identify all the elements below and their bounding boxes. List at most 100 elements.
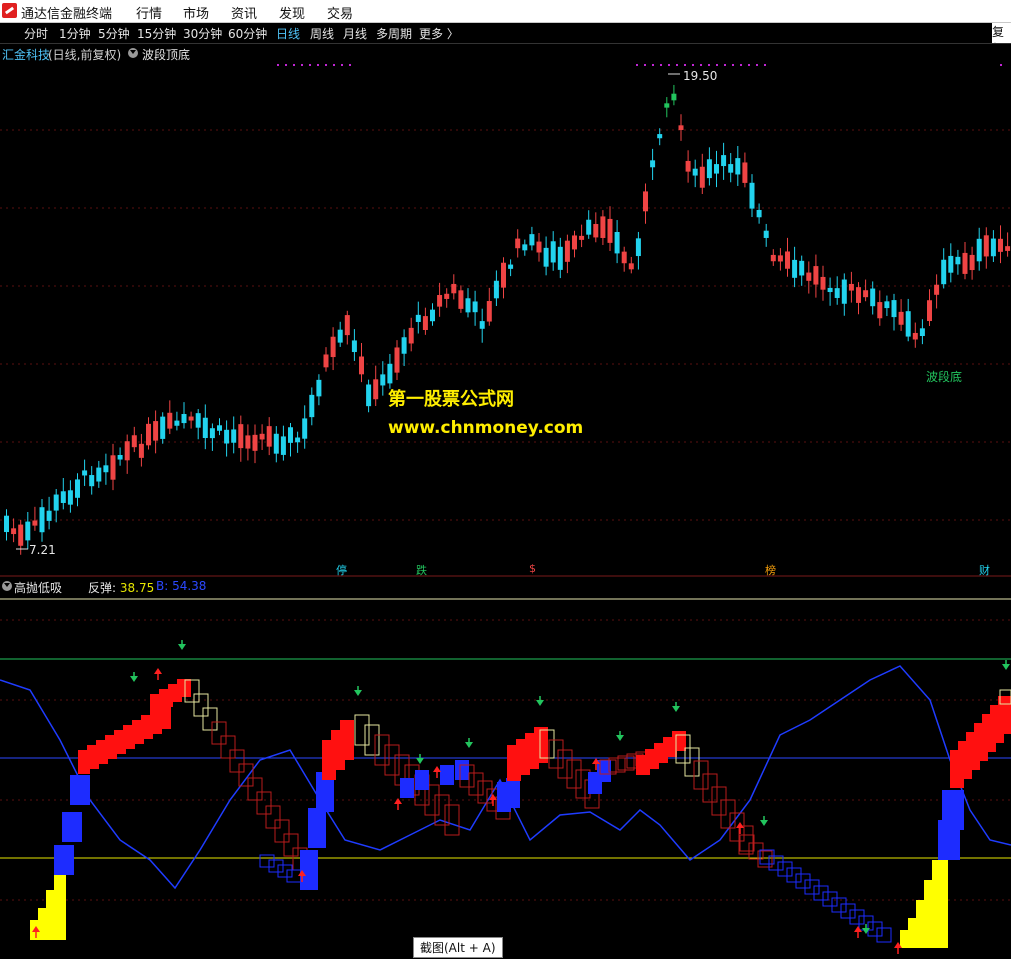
stair-block-outline [795, 873, 811, 889]
sell-arrow-icon [536, 700, 544, 706]
candle-body [863, 290, 869, 298]
candle-body [316, 379, 322, 397]
top-marker [708, 64, 710, 66]
event-tag-fall[interactable]: 跌 [415, 562, 428, 578]
stair-block-outline [468, 772, 484, 796]
candle-body [444, 293, 450, 299]
candle-body [146, 423, 151, 446]
stair-block [62, 812, 82, 842]
candle-body [401, 337, 407, 354]
candle-body [898, 311, 904, 325]
candle-body [67, 490, 73, 505]
candle-body [962, 252, 968, 274]
candle-body [11, 528, 17, 535]
top-marker [285, 64, 287, 66]
event-tag-suspend[interactable]: 停 [335, 562, 348, 578]
candle-body [770, 254, 776, 262]
candle-body [650, 160, 656, 168]
candle-body [799, 260, 805, 276]
candle-body [990, 238, 996, 257]
stair-block-outline [849, 909, 865, 925]
candle-body [515, 238, 521, 249]
stair-block-outline [364, 724, 380, 756]
candle-body [912, 332, 918, 340]
candle-body [138, 443, 144, 458]
stair-block-outline [283, 833, 299, 857]
candle-body [188, 416, 194, 421]
price-chart-canvas[interactable] [0, 0, 1011, 959]
candle-body [202, 417, 208, 438]
candle-body [635, 238, 641, 257]
candle-body [323, 354, 329, 368]
candle-body [728, 164, 734, 173]
event-tag-rank[interactable]: 榜 [764, 562, 777, 578]
stair-block-outline [822, 891, 838, 907]
candle-body [103, 465, 109, 473]
top-marker [764, 64, 766, 66]
sub-indicator-name[interactable]: 高抛低吸 [14, 579, 62, 596]
top-marker [740, 64, 742, 66]
candle-body [415, 314, 421, 322]
stair-block [440, 765, 454, 785]
stair-block-outline [813, 885, 829, 901]
candle-body [273, 433, 279, 454]
low-price-label: 7.21 [29, 543, 56, 557]
stair-block-outline [354, 714, 370, 746]
candle-body [877, 302, 883, 319]
candle-body [174, 420, 180, 426]
top-marker [341, 64, 343, 66]
candle-body [550, 241, 556, 263]
stair-block-outline [259, 854, 275, 868]
candle-body [976, 238, 982, 262]
sell-arrow-icon [178, 644, 186, 650]
candle-body [259, 433, 265, 440]
stair-block [506, 778, 520, 808]
candle-body [721, 155, 727, 167]
sell-arrow-icon [465, 742, 473, 748]
candle-body [841, 279, 847, 304]
sell-arrow-icon [354, 690, 362, 696]
top-marker [748, 64, 750, 66]
candle-body [479, 321, 485, 329]
candle-body [657, 134, 663, 139]
buy-arrow-icon [154, 668, 162, 674]
candle-body [351, 340, 357, 353]
candle-body [777, 255, 783, 262]
candle-body [756, 209, 762, 218]
candle-body [834, 288, 840, 298]
candle-body [699, 166, 705, 188]
stair-block-outline [684, 747, 700, 777]
stair-block-outline [265, 805, 281, 829]
sell-arrow-icon [672, 706, 680, 712]
event-tag-finance[interactable]: 财 [978, 562, 991, 578]
candle-body [891, 300, 897, 318]
candle-body [252, 434, 258, 451]
top-marker [325, 64, 327, 66]
top-marker [692, 64, 694, 66]
candle-body [600, 216, 606, 238]
candle-body [387, 363, 393, 384]
stair-block [340, 720, 354, 760]
candle-body [919, 328, 925, 337]
candle-body [749, 182, 755, 209]
top-marker [756, 64, 758, 66]
rebound-value: 38.75 [119, 581, 155, 595]
candle-body [430, 309, 435, 322]
candle-body [110, 455, 116, 480]
sub-indicator-dropdown-icon[interactable] [2, 581, 12, 591]
sell-arrow-icon [862, 928, 870, 934]
stair-block-outline [220, 735, 236, 759]
candle-body [785, 251, 790, 269]
watermark-url: www.chnmoney.com [388, 418, 584, 438]
candle-body [536, 241, 542, 253]
candle-body [735, 158, 741, 175]
stair-block [415, 770, 429, 790]
stair-block-outline [876, 927, 892, 943]
stair-block-outline [444, 804, 460, 836]
event-tag-dollar[interactable]: $ [528, 562, 537, 575]
stair-block [54, 845, 74, 875]
candle-body [32, 520, 38, 526]
candle-body [373, 379, 379, 400]
top-marker [301, 64, 303, 66]
top-marker [668, 64, 670, 66]
